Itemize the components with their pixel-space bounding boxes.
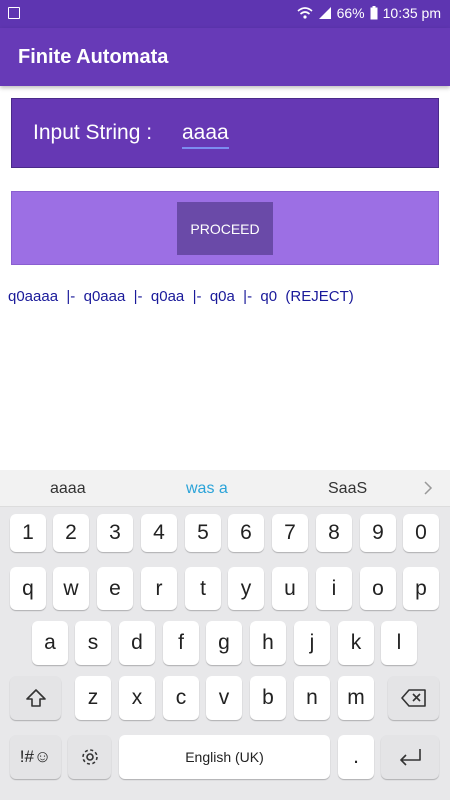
app-bar: Finite Automata xyxy=(0,28,450,86)
key-u[interactable]: u xyxy=(272,567,308,610)
gear-icon xyxy=(81,749,98,765)
key-b[interactable]: b xyxy=(250,676,286,720)
key-e[interactable]: e xyxy=(97,567,133,610)
key-2[interactable]: 2 xyxy=(53,514,89,552)
shift-key[interactable] xyxy=(10,676,61,720)
key-a[interactable]: a xyxy=(32,621,68,665)
status-bar: 66% 10:35 pm xyxy=(0,0,450,28)
key-i[interactable]: i xyxy=(316,567,352,610)
key-k[interactable]: k xyxy=(338,621,374,665)
key-0[interactable]: 0 xyxy=(403,514,439,552)
symbols-key[interactable]: !#☺ xyxy=(10,735,61,779)
suggestion-2[interactable]: was a xyxy=(186,480,228,498)
key-9[interactable]: 9 xyxy=(360,514,396,552)
chevron-right-icon[interactable] xyxy=(423,481,433,495)
key-3[interactable]: 3 xyxy=(97,514,133,552)
key-s[interactable]: s xyxy=(75,621,111,665)
input-label: Input String : xyxy=(33,121,153,144)
input-panel: Input String : aaaa xyxy=(11,98,439,168)
backspace-icon xyxy=(400,689,426,707)
key-n[interactable]: n xyxy=(294,676,330,720)
key-d[interactable]: d xyxy=(119,621,155,665)
key-8[interactable]: 8 xyxy=(316,514,352,552)
proceed-panel: PROCEED xyxy=(11,191,439,265)
key-w[interactable]: w xyxy=(53,567,89,610)
signal-icon xyxy=(318,7,331,19)
suggestion-1[interactable]: aaaa xyxy=(50,480,86,498)
key-o[interactable]: o xyxy=(360,567,396,610)
image-notification-icon xyxy=(8,7,20,19)
suggestion-3[interactable]: SaaS xyxy=(328,480,367,498)
result-trace: q0aaaa |- q0aaa |- q0aa |- q0a |- q0 (RE… xyxy=(8,288,354,305)
key-7[interactable]: 7 xyxy=(272,514,308,552)
status-right: 66% 10:35 pm xyxy=(297,5,441,21)
key-f[interactable]: f xyxy=(163,621,199,665)
key-h[interactable]: h xyxy=(250,621,286,665)
key-4[interactable]: 4 xyxy=(141,514,177,552)
space-key[interactable]: English (UK) xyxy=(119,735,330,779)
key-j[interactable]: j xyxy=(294,621,330,665)
proceed-button[interactable]: PROCEED xyxy=(177,202,273,255)
key-c[interactable]: c xyxy=(163,676,199,720)
app-title: Finite Automata xyxy=(18,46,169,68)
key-x[interactable]: x xyxy=(119,676,155,720)
key-period[interactable]: . xyxy=(338,735,374,779)
key-1[interactable]: 1 xyxy=(10,514,46,552)
backspace-key[interactable] xyxy=(388,676,439,720)
key-l[interactable]: l xyxy=(381,621,417,665)
input-string-field[interactable]: aaaa xyxy=(182,121,229,149)
shift-icon xyxy=(25,689,46,707)
key-m[interactable]: m xyxy=(338,676,374,720)
key-v[interactable]: v xyxy=(206,676,242,720)
wifi-icon xyxy=(297,7,313,19)
key-q[interactable]: q xyxy=(10,567,46,610)
key-z[interactable]: z xyxy=(75,676,111,720)
key-6[interactable]: 6 xyxy=(228,514,264,552)
key-t[interactable]: t xyxy=(185,567,221,610)
key-p[interactable]: p xyxy=(403,567,439,610)
key-y[interactable]: y xyxy=(228,567,264,610)
battery-icon xyxy=(370,6,378,20)
enter-icon xyxy=(400,749,421,766)
suggestion-bar: aaaa was a SaaS xyxy=(0,470,450,507)
battery-percent: 66% xyxy=(336,5,365,21)
enter-key[interactable] xyxy=(381,735,439,779)
key-5[interactable]: 5 xyxy=(185,514,221,552)
settings-key[interactable] xyxy=(68,735,111,779)
clock: 10:35 pm xyxy=(382,5,441,21)
key-r[interactable]: r xyxy=(141,567,177,610)
key-g[interactable]: g xyxy=(206,621,242,665)
keyboard: aaaa was a SaaS 1 2 3 4 5 6 7 8 9 0 q w … xyxy=(0,470,450,800)
